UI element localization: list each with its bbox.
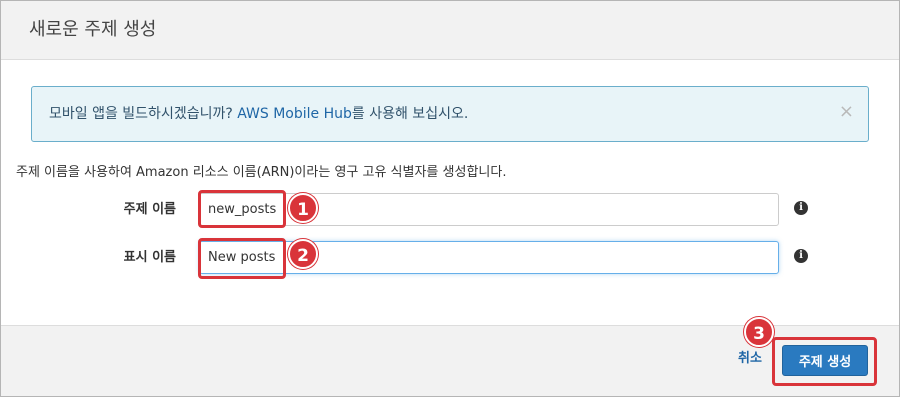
create-topic-button[interactable]: 주제 생성 xyxy=(782,345,868,376)
display-name-input[interactable] xyxy=(199,241,779,274)
mobile-hub-alert: 모바일 앱을 빌드하시겠습니까? AWS Mobile Hub를 사용해 보십시… xyxy=(31,86,869,142)
topic-name-info-icon[interactable]: i xyxy=(794,201,808,215)
dialog-title: 새로운 주제 생성 xyxy=(29,19,157,40)
dialog-header: 새로운 주제 생성 xyxy=(1,1,899,60)
topic-name-label: 주제 이름 xyxy=(123,202,176,217)
step3-badge: 3 xyxy=(744,317,774,347)
topic-name-input[interactable] xyxy=(199,193,779,226)
arn-description: 주제 이름을 사용하여 Amazon 리소스 이름(ARN)이라는 영구 고유 … xyxy=(16,165,507,180)
display-name-info-icon[interactable]: i xyxy=(794,249,808,263)
alert-text-after: 를 사용해 보십시오. xyxy=(351,106,469,122)
aws-mobile-hub-link[interactable]: AWS Mobile Hub xyxy=(237,106,352,122)
cancel-link[interactable]: 취소 xyxy=(738,350,762,368)
step2-badge: 2 xyxy=(288,239,318,269)
display-name-label: 표시 이름 xyxy=(123,250,176,265)
close-icon[interactable]: × xyxy=(839,102,854,122)
alert-text-before: 모바일 앱을 빌드하시겠습니까? xyxy=(49,106,238,122)
create-topic-dialog: 새로운 주제 생성 모바일 앱을 빌드하시겠습니까? AWS Mobile Hu… xyxy=(0,0,900,397)
step1-badge: 1 xyxy=(288,193,318,223)
alert-message: 모바일 앱을 빌드하시겠습니까? AWS Mobile Hub를 사용해 보십시… xyxy=(49,105,468,123)
